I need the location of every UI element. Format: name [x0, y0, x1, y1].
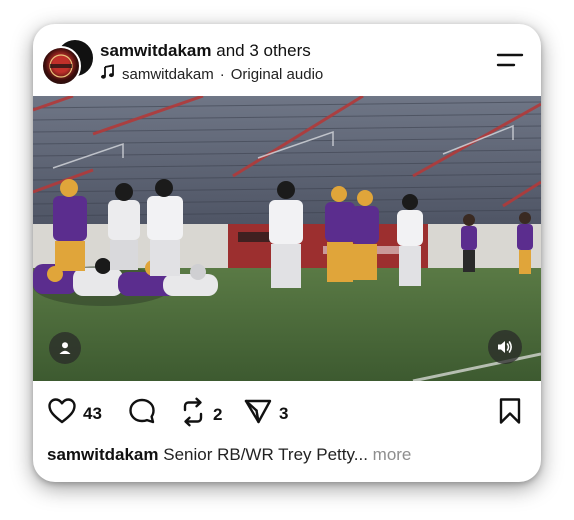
comment-bubble-icon[interactable] — [127, 397, 157, 430]
share-count: 3 — [279, 403, 289, 423]
like-action[interactable]: 43 — [47, 397, 102, 430]
post-video[interactable] — [33, 96, 541, 381]
paper-plane-icon[interactable] — [243, 397, 273, 430]
save-action[interactable] — [497, 397, 523, 430]
post-caption: samwitdakam Senior RB/WR Trey Petty... m… — [47, 445, 411, 465]
like-count: 43 — [83, 403, 102, 423]
menu-lines-icon[interactable] — [496, 50, 524, 70]
comment-action[interactable] — [127, 397, 157, 430]
heart-icon[interactable] — [47, 397, 77, 430]
caption-username[interactable]: samwitdakam — [47, 445, 159, 464]
repost-count: 2 — [213, 404, 223, 424]
action-bar: 43 2 3 — [33, 381, 541, 441]
coauthors-link[interactable]: and 3 others — [216, 41, 311, 60]
audio-attribution[interactable]: samwitdakam · Original audio — [100, 64, 323, 84]
audio-separator: · — [219, 65, 225, 83]
speaker-icon[interactable] — [488, 330, 522, 364]
audio-label: Original audio — [230, 65, 324, 83]
person-icon[interactable] — [49, 332, 81, 364]
audio-username: samwitdakam — [122, 65, 214, 83]
caption-more-link[interactable]: more — [373, 445, 412, 464]
share-action[interactable]: 3 — [243, 397, 288, 430]
author-username[interactable]: samwitdakam — [100, 41, 212, 60]
post-header: samwitdakam and 3 others samwitdakam · O… — [33, 24, 541, 96]
repost-action[interactable]: 2 — [179, 397, 222, 432]
author-avatar[interactable] — [41, 46, 81, 86]
bookmark-icon[interactable] — [497, 397, 523, 430]
author-avatars[interactable] — [41, 38, 95, 86]
post-title: samwitdakam and 3 others — [100, 41, 311, 61]
music-note-icon — [100, 64, 116, 84]
video-frame — [33, 96, 541, 381]
post-card: samwitdakam and 3 others samwitdakam · O… — [33, 24, 541, 482]
caption-text: Senior RB/WR Trey Petty... — [163, 445, 368, 464]
repost-icon[interactable] — [179, 397, 207, 432]
